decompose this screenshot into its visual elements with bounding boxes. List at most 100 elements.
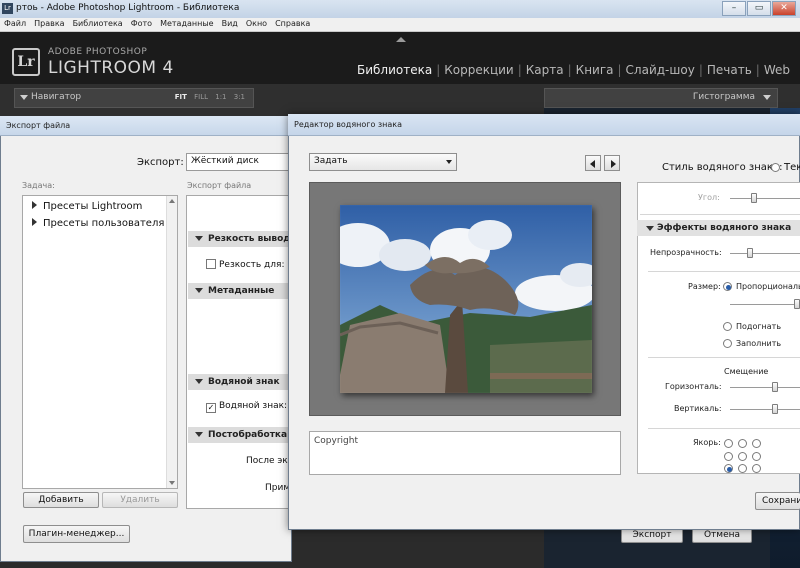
menu-window[interactable]: Окно (242, 18, 271, 28)
anchor-bottom-center-radio[interactable] (738, 464, 747, 473)
section-title: Водяной знак (208, 377, 280, 387)
menu-edit[interactable]: Правка (30, 18, 68, 28)
module-web[interactable]: Web (764, 63, 790, 77)
vertical-label: Вертикаль: (674, 404, 722, 413)
collapse-triangle-icon[interactable] (20, 95, 28, 100)
size-label: Размер: (688, 282, 721, 291)
previous-image-button[interactable] (585, 155, 601, 171)
preview-photo (340, 205, 592, 393)
minimize-button[interactable]: – (722, 1, 746, 16)
scroll-up-icon[interactable] (169, 199, 175, 203)
collapse-triangle-icon[interactable] (763, 95, 771, 100)
module-picker: Библиотека | Коррекции | Карта | Книга | Слайд-ш… (356, 63, 790, 77)
window-title: ртоь - Adobe Photoshop Lightroom - Библи… (16, 3, 240, 13)
preset-value: Задать (314, 156, 348, 166)
size-slider-thumb[interactable] (794, 299, 800, 309)
anchor-middle-left-radio[interactable] (724, 452, 733, 461)
section-title: Постобработка (208, 430, 288, 440)
module-develop[interactable]: Коррекции (444, 63, 514, 77)
watermark-text-input[interactable]: Copyright (309, 431, 621, 475)
anchor-bottom-left-radio[interactable] (724, 464, 733, 473)
collapse-top-panel-icon[interactable] (396, 37, 406, 42)
size-fill-radio[interactable] (723, 339, 732, 348)
divider (648, 271, 800, 272)
brand-name: LIGHTROOM 4 (48, 58, 174, 78)
plugin-manager-button[interactable]: Плагин-менеджер... (23, 525, 130, 543)
horizontal-slider-thumb[interactable] (772, 382, 778, 392)
divider (648, 357, 800, 358)
section-output-sharpening[interactable]: Резкость вывода (188, 231, 292, 247)
save-button[interactable]: Сохрани (755, 492, 800, 510)
navigator-panel-header[interactable]: Навигатор FIT FILL 1:1 3:1 (14, 88, 254, 108)
section-watermark[interactable]: Водяной знак (188, 374, 292, 390)
histogram-title: Гистограмма (692, 92, 755, 102)
menu-library[interactable]: Библиотека (69, 18, 127, 28)
anchor-top-left-radio[interactable] (724, 439, 733, 448)
watermark-style-label: Стиль водяного знака: (662, 162, 783, 173)
module-library[interactable]: Библиотека (357, 63, 432, 77)
module-book[interactable]: Книга (576, 63, 614, 77)
zoom-fit[interactable]: FIT (175, 93, 187, 101)
checkbox-icon[interactable] (206, 259, 216, 269)
zoom-3-1[interactable]: 3:1 (234, 93, 245, 101)
watermark-preset-select[interactable]: Задать (309, 153, 457, 171)
histogram-panel-header[interactable]: Гистограмма (544, 88, 778, 108)
preset-folder-label: Пресеты Lightroom (43, 201, 143, 212)
expand-arrow-icon[interactable] (32, 218, 37, 226)
anchor-middle-right-radio[interactable] (752, 452, 761, 461)
menu-file[interactable]: Файл (0, 18, 30, 28)
anchor-top-right-radio[interactable] (752, 439, 761, 448)
vertical-slider-thumb[interactable] (772, 404, 778, 414)
style-text-radio[interactable] (771, 163, 780, 172)
size-proportional-radio[interactable] (723, 282, 732, 291)
anchor-bottom-right-radio[interactable] (752, 464, 761, 473)
size-fit-radio[interactable] (723, 322, 732, 331)
add-preset-button[interactable]: Добавить (23, 492, 99, 508)
opacity-slider-thumb[interactable] (747, 248, 753, 258)
horizontal-slider-track[interactable] (730, 387, 800, 388)
zoom-1-1[interactable]: 1:1 (215, 93, 226, 101)
brand-subtitle: ADOBE PHOTOSHOP (48, 47, 148, 57)
navigator-title: Навигатор (31, 92, 82, 102)
menu-photo[interactable]: Фото (127, 18, 156, 28)
watermark-checkbox[interactable]: ✓ Водяной знак: (206, 401, 287, 413)
opacity-slider-track[interactable] (730, 253, 800, 254)
size-slider-track[interactable] (730, 304, 800, 305)
anchor-center-radio[interactable] (738, 452, 747, 461)
menu-view[interactable]: Вид (218, 18, 242, 28)
offset-title: Смещение (724, 367, 769, 376)
expand-arrow-icon[interactable] (32, 201, 37, 209)
size-fill-label: Заполнить (736, 339, 782, 348)
module-print[interactable]: Печать (707, 63, 752, 77)
preset-folder-lightroom[interactable]: Пресеты Lightroom (32, 201, 142, 212)
preset-list-scrollbar[interactable] (166, 196, 177, 488)
angle-label: Угол: (698, 193, 720, 202)
next-image-button[interactable] (604, 155, 620, 171)
close-window-button[interactable]: ✕ (772, 1, 796, 16)
module-slideshow[interactable]: Слайд-шоу (626, 63, 695, 77)
anchor-top-center-radio[interactable] (738, 439, 747, 448)
menu-metadata[interactable]: Метаданные (156, 18, 218, 28)
lr-app-icon[interactable]: Lr (2, 3, 13, 14)
divider (640, 214, 800, 215)
window-title-bar: Lr ртоь - Adobe Photoshop Lightroom - Би… (0, 0, 800, 18)
module-map[interactable]: Карта (526, 63, 564, 77)
maximize-button[interactable]: ▭ (747, 1, 771, 16)
horizontal-label: Горизонталь: (665, 382, 722, 391)
section-post-processing[interactable]: Постобработка (188, 427, 292, 443)
section-metadata[interactable]: Метаданные (188, 283, 292, 299)
sharpen-for-checkbox[interactable]: Резкость для: (206, 259, 284, 270)
vertical-slider-track[interactable] (730, 409, 800, 410)
remove-preset-button[interactable]: Удалить (102, 492, 178, 508)
preset-folder-user[interactable]: Пресеты пользователя (32, 218, 164, 229)
checkbox-checked-icon[interactable]: ✓ (206, 403, 216, 413)
angle-slider-thumb[interactable] (751, 193, 757, 203)
zoom-fill[interactable]: FILL (194, 93, 208, 101)
lightroom-logo: Lr (12, 48, 40, 76)
export-target-select[interactable]: Жёсткий диск (186, 153, 292, 171)
angle-slider-track[interactable] (730, 198, 800, 199)
scroll-down-icon[interactable] (169, 481, 175, 485)
menu-help[interactable]: Справка (271, 18, 314, 28)
watermark-editor-title: Редактор водяного знака (294, 120, 403, 129)
collapse-triangle-icon[interactable] (646, 226, 654, 231)
